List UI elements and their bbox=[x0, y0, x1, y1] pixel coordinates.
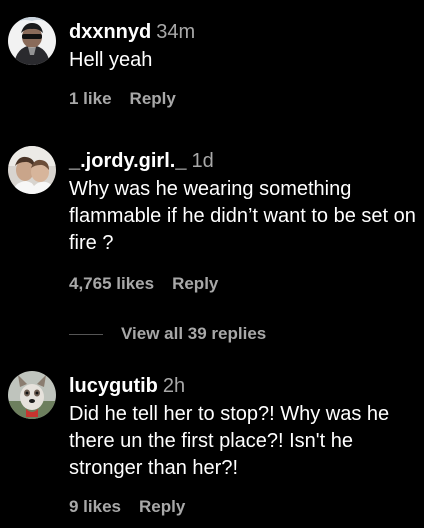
username[interactable]: _.jordy.girl._ bbox=[69, 150, 186, 172]
timestamp: 34m bbox=[156, 21, 196, 43]
comment-actions: 9 likes Reply bbox=[69, 497, 416, 517]
view-replies-row[interactable]: View all 39 replies bbox=[69, 322, 266, 346]
replies-divider bbox=[69, 333, 103, 335]
profile-photo-icon bbox=[8, 17, 56, 65]
view-replies-button[interactable]: View all 39 replies bbox=[121, 324, 266, 344]
username[interactable]: lucygutib bbox=[69, 375, 158, 397]
like-count[interactable]: 9 likes bbox=[69, 497, 121, 516]
comment-header: dxxnnyd 34m bbox=[69, 19, 416, 45]
reply-button[interactable]: Reply bbox=[130, 89, 176, 108]
reply-button[interactable]: Reply bbox=[172, 274, 218, 293]
profile-photo-dog-icon bbox=[8, 371, 56, 419]
timestamp: 1d bbox=[191, 150, 214, 172]
profile-photo-icon bbox=[8, 146, 56, 194]
comment-header: _.jordy.girl._ 1d bbox=[69, 148, 416, 174]
avatar[interactable] bbox=[8, 17, 56, 65]
comment-text: Why was he wearing something flammable i… bbox=[69, 178, 416, 254]
timestamp: 2h bbox=[162, 375, 186, 397]
avatar[interactable] bbox=[8, 146, 56, 194]
reply-button[interactable]: Reply bbox=[139, 497, 185, 516]
avatar[interactable] bbox=[8, 371, 56, 419]
like-count[interactable]: 1 like bbox=[69, 89, 112, 108]
username[interactable]: dxxnnyd bbox=[69, 21, 151, 43]
like-count[interactable]: 4,765 likes bbox=[69, 274, 154, 293]
comment-header: lucygutib 2h bbox=[69, 373, 416, 399]
comment-text: Hell yeah bbox=[69, 49, 153, 71]
comment-text: Did he tell her to stop?! Why was he the… bbox=[69, 403, 390, 479]
comment-actions: 1 like Reply bbox=[69, 89, 416, 109]
comment-actions: 4,765 likes Reply bbox=[69, 274, 416, 294]
